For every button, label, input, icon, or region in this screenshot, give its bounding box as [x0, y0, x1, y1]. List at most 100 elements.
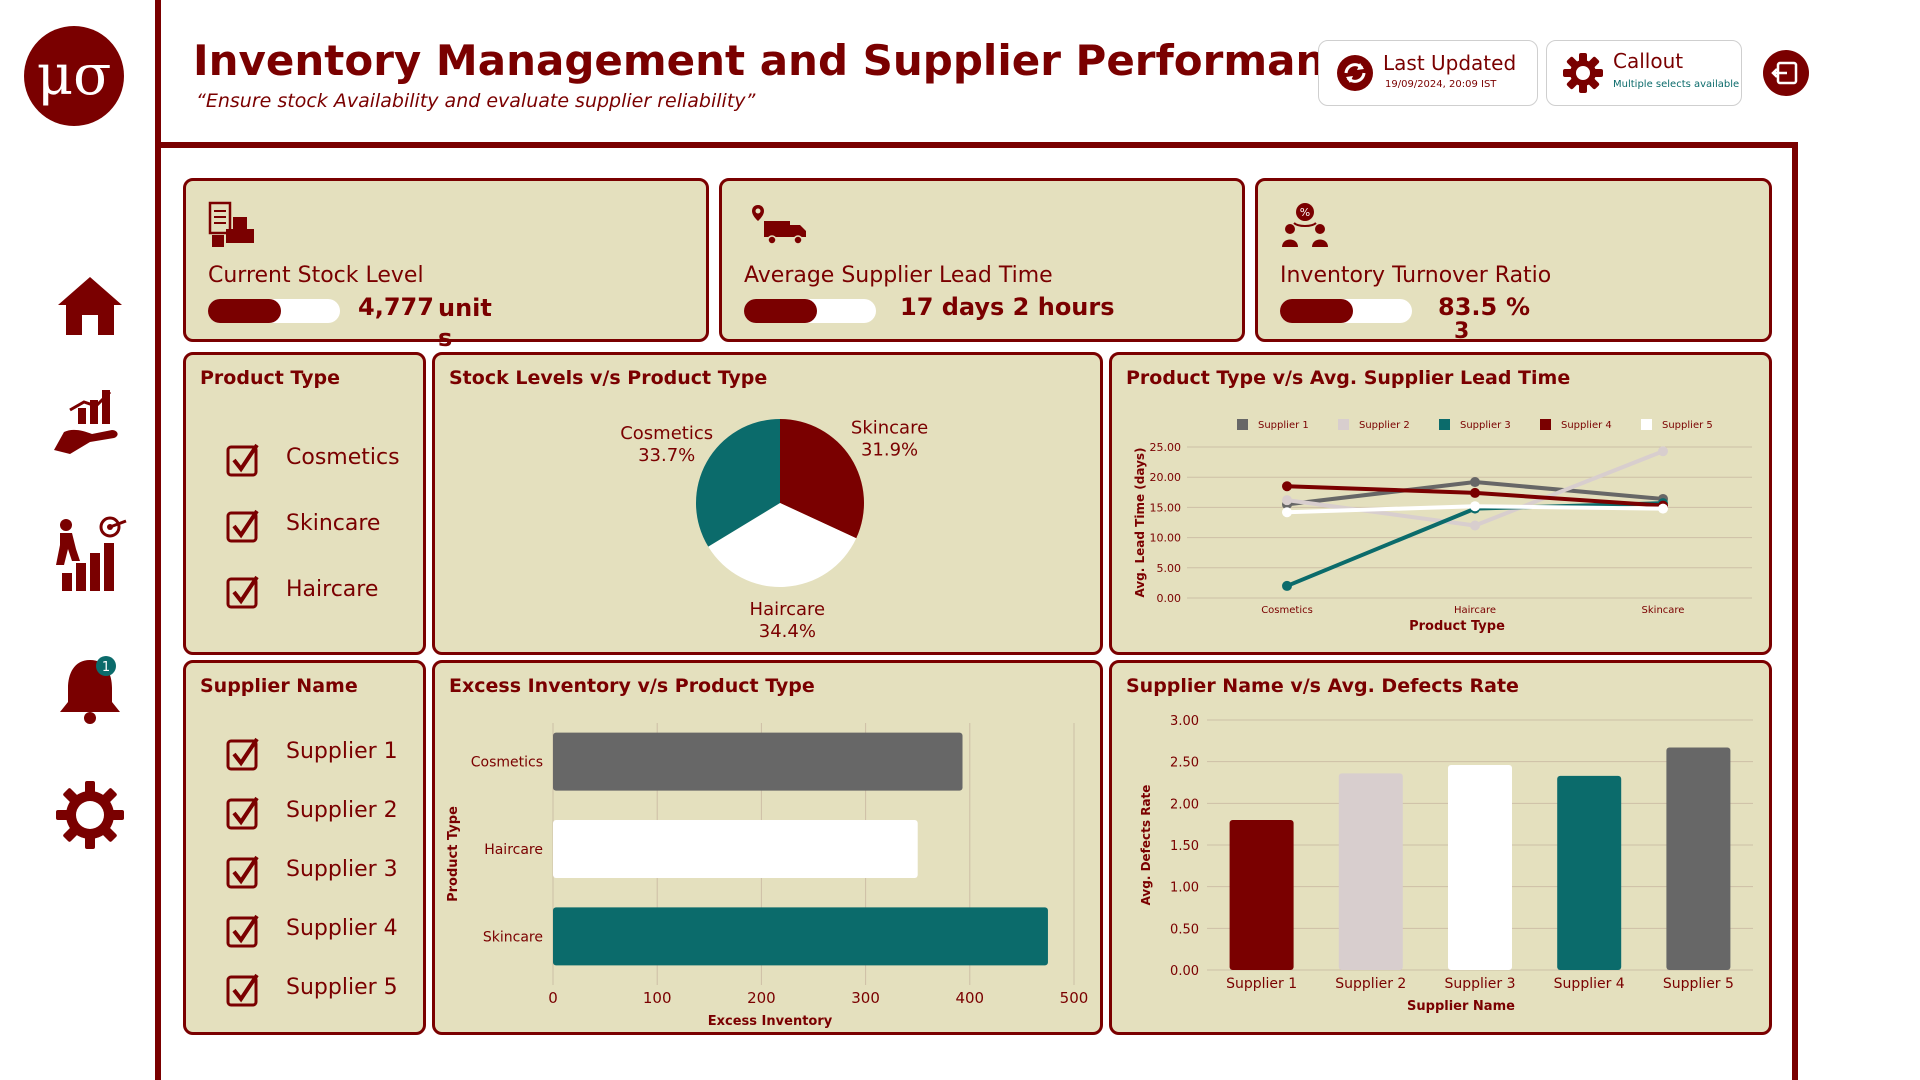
x-tick-label: Supplier 4: [1554, 976, 1625, 992]
y-tick-label: Skincare: [483, 929, 543, 945]
turnover-people-icon: %: [1282, 203, 1328, 247]
x-axis-label: Product Type: [1409, 619, 1505, 634]
y-tick-label: 25.00: [1150, 441, 1182, 454]
kpi-value-overflow: 3: [1454, 319, 1470, 344]
filter-title: Product Type: [200, 367, 341, 389]
checkbox-checked-icon[interactable]: [226, 575, 260, 609]
kpi-progress-bar: [744, 299, 876, 323]
chart-lead-time: Product Type v/s Avg. Supplier Lead Time…: [1109, 352, 1772, 655]
x-tick-label: Supplier 5: [1663, 976, 1734, 992]
y-tick-label: Cosmetics: [471, 755, 543, 771]
callout-label: Callout: [1613, 49, 1684, 73]
x-tick-label: 300: [851, 989, 880, 1007]
legend-swatch: [1540, 419, 1551, 430]
kpi-unit: %: [1506, 293, 1531, 321]
filter-option-label[interactable]: Skincare: [286, 511, 380, 536]
y-tick-label: 2.50: [1170, 756, 1199, 771]
hand-chart-icon[interactable]: [50, 380, 130, 460]
data-point: [1470, 477, 1480, 488]
x-tick-label: 100: [643, 989, 672, 1007]
legend-label: Supplier 1: [1258, 420, 1309, 431]
x-tick-label: 400: [955, 989, 984, 1007]
filter-option-label[interactable]: Supplier 4: [286, 916, 398, 941]
notification-badge: 1: [102, 660, 110, 675]
checkbox-checked-icon[interactable]: [226, 737, 260, 771]
chart-excess-inventory: Excess Inventory v/s Product Type 0 100 20…: [432, 660, 1103, 1035]
brand-logo: μσ: [24, 26, 124, 126]
filter-title: Supplier Name: [200, 675, 358, 697]
series-line: [1286, 501, 1664, 588]
x-tick-label: Supplier 1: [1226, 976, 1297, 992]
y-tick-label: Haircare: [484, 842, 543, 858]
data-point: [1470, 501, 1480, 512]
pie-label: Skincare: [851, 417, 928, 438]
y-tick-label: 10.00: [1150, 532, 1182, 545]
x-tick-label: Supplier 2: [1335, 976, 1406, 992]
bar: [1557, 775, 1622, 970]
filter-option-label[interactable]: Supplier 2: [286, 798, 398, 823]
bar: [553, 820, 918, 878]
kpi-progress-bar: [208, 299, 340, 323]
kpi-label: Current Stock Level: [208, 263, 424, 288]
callout-sub: Multiple selects available: [1613, 79, 1740, 90]
x-tick-label: Skincare: [1642, 605, 1685, 616]
sidebar-divider: [155, 0, 161, 1080]
exit-icon[interactable]: [1763, 50, 1809, 96]
data-point: [1658, 503, 1668, 514]
y-tick-label: 0.00: [1157, 592, 1182, 605]
home-icon[interactable]: [50, 265, 130, 345]
legend-label: Supplier 2: [1359, 420, 1410, 431]
filter-option-label[interactable]: Haircare: [286, 577, 378, 602]
horizontal-bar-chart: 0 100 200 300 400 500 Cosmetics Haircare Skincar…: [446, 723, 1089, 1029]
pie-value-label: 31.9%: [861, 439, 918, 460]
filter-option-label[interactable]: Cosmetics: [286, 445, 400, 470]
checkbox-checked-icon[interactable]: [226, 509, 260, 543]
bar: [1666, 747, 1731, 970]
growth-target-icon[interactable]: [50, 515, 130, 595]
filter-option-label[interactable]: Supplier 3: [286, 857, 398, 882]
kpi-progress-bar: [1280, 299, 1412, 323]
checkbox-checked-icon[interactable]: [226, 855, 260, 889]
y-tick-label: 15.00: [1150, 501, 1182, 514]
pie-chart: Skincare31.9% Haircare34.4% Cosmetics33.7%: [620, 417, 928, 641]
filter-option-label[interactable]: Supplier 5: [286, 975, 398, 1000]
x-tick-label: 200: [747, 989, 776, 1007]
chart-stock-levels: Stock Levels v/s Product Type Skincare 31…: [432, 352, 1103, 655]
y-tick-label: 20.00: [1150, 471, 1182, 484]
kpi-value: 17 days 2 hours: [900, 293, 1115, 321]
legend-label: Supplier 4: [1561, 420, 1612, 431]
vertical-bar-chart: 0.00 0.50 1.00 1.50 2.00 2.50 3.00 Supplier 1 Su…: [1139, 714, 1753, 1014]
pie-label: Cosmetics: [620, 423, 713, 444]
delivery-truck-icon: [752, 205, 806, 245]
filter-product-type: Product Type Cosmetics Skincare Haircare: [183, 352, 426, 655]
x-tick-label: Cosmetics: [1261, 605, 1313, 616]
kpi-value: 4,777: [358, 293, 434, 321]
kpi-card-turnover: % Inventory Turnover Ratio 83.5 3 %: [1255, 178, 1772, 344]
filter-supplier: Supplier Name Supplier 1 Supplier 2 Suppli…: [183, 660, 426, 1035]
y-tick-label: 0.50: [1170, 922, 1199, 937]
checkbox-checked-icon[interactable]: [226, 914, 260, 948]
callout-button[interactable]: Callout Multiple selects available: [1546, 40, 1742, 106]
bar: [553, 907, 1048, 966]
filter-option-label[interactable]: Supplier 1: [286, 739, 398, 764]
checkbox-checked-icon[interactable]: [226, 973, 260, 1007]
gear-icon[interactable]: [50, 775, 130, 855]
last-updated-button[interactable]: Last Updated 19/09/2024, 20:09 IST: [1318, 40, 1538, 106]
data-point: [1282, 580, 1292, 591]
y-axis-label: Product Type: [446, 806, 461, 902]
legend-label: Supplier 5: [1662, 420, 1713, 431]
content-top-border: [158, 142, 1798, 148]
bell-icon[interactable]: 1: [50, 650, 130, 730]
data-point: [1470, 487, 1480, 498]
y-axis-label: Avg. Lead Time (days): [1133, 447, 1147, 597]
checkbox-checked-icon[interactable]: [226, 443, 260, 477]
y-tick-label: 1.50: [1170, 839, 1199, 854]
x-tick-label: 500: [1060, 989, 1089, 1007]
settings-cog-icon: [1563, 53, 1603, 93]
kpi-value: 83.5: [1438, 293, 1498, 321]
pie-label: Haircare: [750, 599, 826, 620]
checkbox-checked-icon[interactable]: [226, 796, 260, 830]
inventory-boxes-icon: [208, 201, 254, 247]
data-point: [1282, 507, 1292, 518]
bar: [1338, 773, 1403, 970]
